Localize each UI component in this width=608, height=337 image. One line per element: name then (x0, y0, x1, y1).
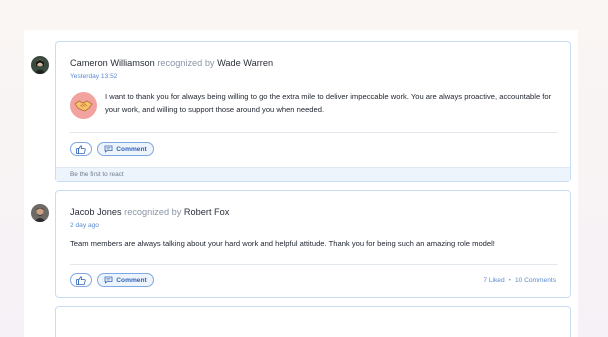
avatar[interactable] (31, 56, 49, 74)
post-message: Team members are always talking about yo… (70, 239, 495, 248)
divider (70, 132, 558, 133)
recognition-card (55, 306, 571, 337)
author-name[interactable]: Jacob Jones (70, 207, 122, 217)
recognizer-name[interactable]: Robert Fox (184, 207, 229, 217)
like-button[interactable] (70, 273, 92, 287)
author-name[interactable]: Cameron Williamson (70, 58, 155, 68)
thumbs-up-icon (76, 275, 86, 285)
recognized-by-text: recognized by (124, 207, 182, 217)
post-message: I want to thank you for always being wil… (105, 92, 552, 114)
thumbs-up-icon (76, 144, 86, 154)
like-button[interactable] (70, 142, 92, 156)
avatar[interactable] (31, 204, 49, 222)
comment-label: Comment (116, 276, 147, 284)
post-title: Cameron Williamson recognized by Wade Wa… (70, 58, 273, 68)
recognizer-name[interactable]: Wade Warren (217, 58, 273, 68)
post-timestamp: 2 day ago (70, 222, 99, 229)
recognition-card: Cameron Williamson recognized by Wade Wa… (55, 41, 571, 182)
reactions-footer: Be the first to react (56, 167, 570, 181)
recognition-card: Jacob Jones recognized by Robert Fox 2 d… (55, 190, 571, 298)
comment-icon (104, 276, 113, 284)
handshake-icon (70, 92, 97, 119)
post-stats: 7 Liked • 10 Comments (483, 277, 556, 284)
likes-count[interactable]: 7 Liked (483, 277, 504, 284)
separator-dot: • (508, 277, 511, 284)
comments-count[interactable]: 10 Comments (515, 277, 556, 284)
comment-icon (104, 145, 113, 153)
divider (70, 264, 558, 265)
post-timestamp: Yesterday 13:52 (70, 73, 118, 80)
comment-button[interactable]: Comment (97, 142, 154, 156)
recognized-by-text: recognized by (157, 58, 215, 68)
post-title: Jacob Jones recognized by Robert Fox (70, 207, 229, 217)
comment-button[interactable]: Comment (97, 273, 154, 287)
comment-label: Comment (116, 145, 147, 153)
